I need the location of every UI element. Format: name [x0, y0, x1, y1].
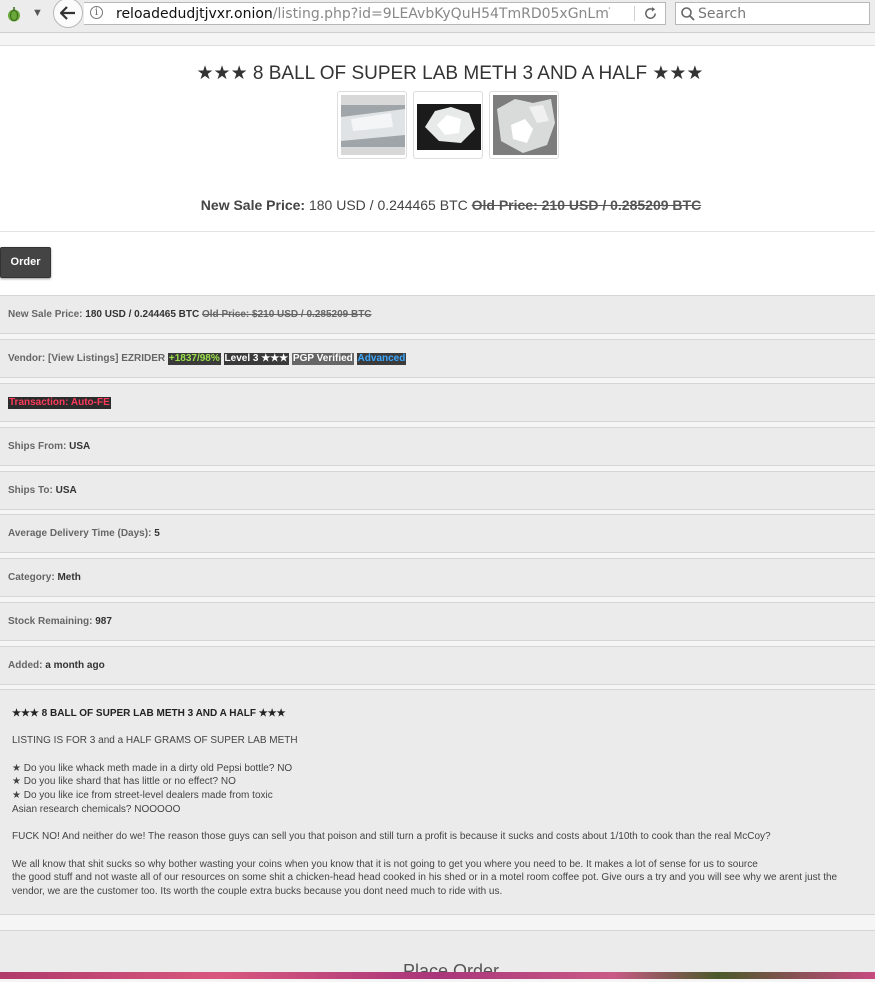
price-banner: New Sale Price: 180 USD / 0.244465 BTC O…	[0, 180, 875, 232]
order-section: Order	[0, 232, 875, 295]
vendor-name[interactable]: EZRIDER	[121, 353, 165, 364]
transaction-badge: Transaction: Auto-FE	[8, 397, 111, 409]
detail-row-price: New Sale Price: 180 USD / 0.244465 BTC O…	[0, 295, 875, 334]
detail-label: Stock Remaining:	[8, 616, 93, 627]
product-image	[341, 95, 405, 155]
url-path: /listing.php?id=9LEAvbKyQuH54TmRD05xGnLm…	[272, 6, 610, 22]
description-paragraph: FUCK NO! And neither do we! The reason t…	[12, 831, 771, 843]
description-paragraph: We all know that shit sucks so why bothe…	[12, 858, 758, 870]
description-question: ★ Do you like shard that has little or n…	[12, 776, 236, 788]
old-price: Old Price: $210 USD / 0.285209 BTC	[202, 309, 372, 320]
detail-text: Added: a month ago	[8, 659, 105, 672]
product-image	[493, 95, 557, 155]
detail-text: Transaction: Auto-FE	[8, 396, 111, 409]
tor-onion-icon[interactable]	[6, 6, 22, 22]
order-button[interactable]: Order	[0, 247, 51, 278]
detail-label: Average Delivery Time (Days):	[8, 528, 152, 539]
arrow-left-icon	[60, 6, 75, 20]
url-text[interactable]: reloadedudjtjvxr.onion/listing.php?id=9L…	[116, 6, 610, 22]
level-badge: Level 3 ★★★	[223, 353, 290, 365]
product-image	[417, 95, 481, 155]
detail-label: Ships To:	[8, 485, 53, 496]
detail-row-category: Category: Meth	[0, 558, 875, 597]
advanced-badge: Advanced	[356, 353, 407, 365]
description-line: LISTING IS FOR 3 and a HALF GRAMS OF SUP…	[12, 735, 298, 747]
pgp-badge: PGP Verified	[291, 353, 354, 365]
detail-label: Category:	[8, 572, 55, 583]
browser-toolbar: ▼ i reloadedudjtjvxr.onion/listing.php?i…	[0, 0, 875, 33]
description-title: ★★★ 8 BALL OF SUPER LAB METH 3 AND A HAL…	[12, 708, 286, 719]
url-divider	[634, 6, 635, 21]
detail-row-stock: Stock Remaining: 987	[0, 602, 875, 641]
search-icon	[681, 7, 695, 21]
detail-value: 5	[154, 528, 160, 539]
search-placeholder: Search	[698, 6, 747, 22]
detail-value: Meth	[57, 572, 81, 583]
thumbnail-2[interactable]	[413, 91, 483, 159]
search-input[interactable]: Search	[675, 2, 870, 25]
detail-value: a month ago	[45, 660, 105, 671]
detail-value: 180 USD / 0.244465 BTC	[85, 309, 200, 320]
detail-label: New Sale Price:	[8, 309, 83, 320]
chevron-down-icon[interactable]: ▼	[32, 7, 43, 19]
back-button[interactable]	[53, 0, 83, 28]
detail-label: Vendor:	[8, 353, 46, 364]
detail-row-vendor: Vendor: [View Listings] EZRIDER +1837/98…	[0, 339, 875, 378]
detail-text: Ships To: USA	[8, 484, 77, 497]
price-line: New Sale Price: 180 USD / 0.244465 BTC O…	[0, 197, 875, 213]
description-paragraph: the good stuff and not waste all of our …	[12, 872, 838, 898]
listing-page: ★★★ 8 BALL OF SUPER LAB METH 3 AND A HAL…	[0, 33, 875, 981]
description-question: ★ Do you like whack meth made in a dirty…	[12, 762, 293, 774]
description-question: ★ Do you like ice from street-level deal…	[12, 790, 273, 802]
detail-row-ships-from: Ships From: USA	[0, 427, 875, 466]
new-price-value: 180 USD / 0.244465 BTC	[308, 197, 468, 213]
reload-icon[interactable]	[643, 6, 658, 21]
detail-text: Ships From: USA	[8, 440, 90, 453]
detail-label: Added:	[8, 660, 43, 671]
thumbnail-3[interactable]	[489, 91, 559, 159]
detail-label: Ships From:	[8, 441, 67, 452]
detail-row-delivery: Average Delivery Time (Days): 5	[0, 514, 875, 553]
new-price-label: New Sale Price:	[200, 197, 306, 213]
description-question: Asian research chemicals? NOOOOO	[12, 803, 181, 815]
detail-row-transaction: Transaction: Auto-FE	[0, 383, 875, 422]
detail-text: Vendor: [View Listings] EZRIDER +1837/98…	[8, 352, 407, 365]
detail-row-added: Added: a month ago	[0, 646, 875, 685]
listing-header: ★★★ 8 BALL OF SUPER LAB METH 3 AND A HAL…	[0, 46, 875, 194]
detail-value: USA	[55, 485, 77, 496]
listing-description: ★★★ 8 BALL OF SUPER LAB METH 3 AND A HAL…	[0, 689, 875, 915]
detail-row-ships-to: Ships To: USA	[0, 471, 875, 510]
info-icon[interactable]: i	[90, 6, 103, 19]
feedback-badge: +1837/98%	[167, 353, 221, 365]
detail-value: 987	[95, 616, 112, 627]
thumbnail-1[interactable]	[337, 91, 407, 159]
old-price: Old Price: 210 USD / 0.285209 BTC	[471, 197, 702, 213]
url-host: reloadedudjtjvxr.onion	[116, 6, 273, 22]
address-bar[interactable]: i reloadedudjtjvxr.onion/listing.php?id=…	[84, 2, 666, 25]
image-gallery	[337, 91, 559, 159]
detail-text: New Sale Price: 180 USD / 0.244465 BTC O…	[8, 308, 372, 321]
detail-text: Average Delivery Time (Days): 5	[8, 527, 160, 540]
detail-value: USA	[69, 441, 91, 452]
description-body: ★★★ 8 BALL OF SUPER LAB METH 3 AND A HAL…	[12, 707, 862, 912]
detail-text: Category: Meth	[8, 571, 81, 584]
view-listings-link[interactable]: [View Listings]	[48, 353, 118, 364]
detail-text: Stock Remaining: 987	[8, 615, 112, 628]
background-strip	[0, 972, 875, 979]
listing-title: ★★★ 8 BALL OF SUPER LAB METH 3 AND A HAL…	[196, 63, 704, 84]
